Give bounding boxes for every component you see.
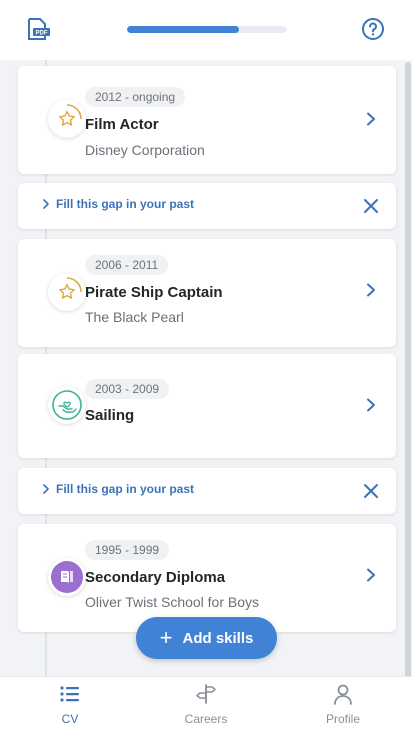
star-icon <box>59 104 82 126</box>
scrollbar[interactable] <box>404 60 412 692</box>
experience-badge <box>48 273 86 311</box>
fill-gap-label: Fill this gap in your past <box>56 197 195 211</box>
entry-date: 1995 - 1999 <box>85 540 170 560</box>
fill-gap-row: Fill this gap in your past <box>18 183 396 229</box>
question-circle-icon <box>362 18 384 40</box>
entry-title: Sailing <box>85 407 135 424</box>
tab-careers[interactable]: Careers <box>161 682 251 728</box>
tab-cv[interactable]: CV <box>25 682 115 728</box>
tab-label: Careers <box>184 712 228 726</box>
plus-icon: + <box>159 625 173 650</box>
experience-badge <box>48 100 86 138</box>
pdf-export-button[interactable]: PDF <box>26 17 52 41</box>
fill-gap-link[interactable]: Fill this gap in your past <box>42 482 194 496</box>
close-icon[interactable] <box>363 198 379 214</box>
entry-subtitle: The Black Pearl <box>85 309 184 325</box>
hand-heart-icon <box>52 390 82 420</box>
chevron-right-icon <box>43 199 49 209</box>
timeline-entry-card[interactable]: 2006 - 2011 Pirate Ship Captain The Blac… <box>18 239 396 347</box>
timeline-entry-card[interactable]: 2012 - ongoing Film Actor Disney Corpora… <box>18 66 396 174</box>
fill-gap-link[interactable]: Fill this gap in your past <box>42 197 194 211</box>
activity-badge <box>48 386 86 424</box>
cv-progress-bar <box>127 26 287 33</box>
cv-progress-fill <box>127 26 239 33</box>
tab-label: CV <box>61 712 79 726</box>
entry-date: 2006 - 2011 <box>85 255 169 275</box>
entry-title: Pirate Ship Captain <box>85 284 223 301</box>
entry-title: Secondary Diploma <box>85 569 226 586</box>
entry-date: 2012 - ongoing <box>85 87 186 107</box>
fill-gap-row: Fill this gap in your past <box>18 468 396 514</box>
top-bar: PDF <box>0 0 412 60</box>
pdf-file-icon: PDF <box>28 18 50 40</box>
chevron-right-icon <box>367 112 375 126</box>
scrollbar-thumb[interactable] <box>405 62 411 692</box>
star-icon <box>59 277 82 299</box>
fill-gap-label: Fill this gap in your past <box>56 482 195 496</box>
close-icon[interactable] <box>363 483 379 499</box>
svg-text:PDF: PDF <box>36 30 48 36</box>
chevron-right-icon <box>367 398 375 412</box>
timeline-entry-card[interactable]: 2003 - 2009 Sailing <box>18 354 396 458</box>
cv-timeline[interactable]: 2012 - ongoing Film Actor Disney Corpora… <box>0 60 404 676</box>
add-skills-button[interactable]: + Add skills <box>136 617 277 659</box>
add-skills-label: Add skills <box>182 629 254 647</box>
entry-title: Film Actor <box>85 116 159 133</box>
tab-profile[interactable]: Profile <box>298 682 388 728</box>
timeline-entry-card[interactable]: 1995 - 1999 Secondary Diploma Oliver Twi… <box>18 524 396 632</box>
person-icon <box>334 684 352 705</box>
help-button[interactable] <box>361 17 385 41</box>
book-icon <box>51 561 83 593</box>
chevron-right-icon <box>367 283 375 297</box>
entry-subtitle: Oliver Twist School for Boys <box>85 594 260 610</box>
chevron-right-icon <box>367 568 375 582</box>
entry-subtitle: Disney Corporation <box>85 142 205 158</box>
signpost-icon <box>196 684 216 704</box>
education-badge <box>48 558 86 596</box>
tab-label: Profile <box>325 712 360 726</box>
list-icon <box>60 686 79 702</box>
chevron-right-icon <box>43 484 49 494</box>
entry-date: 2003 - 2009 <box>85 379 170 399</box>
bottom-navigation: CV Careers Profile <box>0 676 412 732</box>
